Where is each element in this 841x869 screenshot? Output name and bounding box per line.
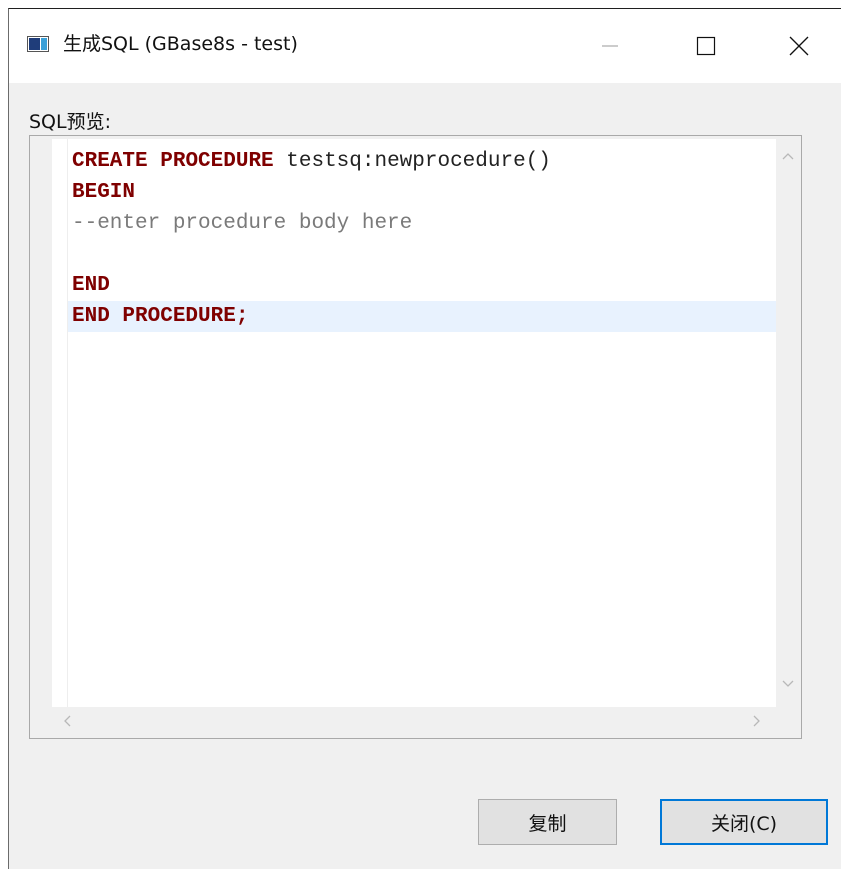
minimize-icon: [602, 45, 618, 47]
code-line: BEGIN: [68, 177, 776, 208]
sql-comment: --enter procedure body here: [72, 212, 413, 235]
scroll-left-arrow-icon[interactable]: [62, 715, 72, 727]
maximize-button[interactable]: [660, 9, 752, 83]
sql-keyword: END: [72, 274, 110, 297]
line-gutter: [52, 139, 68, 707]
sql-keyword: END: [72, 305, 110, 328]
maximize-icon: [696, 36, 716, 56]
sql-keyword: BEGIN: [72, 181, 136, 204]
scroll-down-arrow-icon[interactable]: [782, 679, 794, 689]
scroll-right-arrow-icon[interactable]: [752, 715, 762, 727]
horizontal-scrollbar[interactable]: [52, 707, 776, 735]
sql-text: testsq:newprocedure(): [273, 150, 551, 173]
sql-editor[interactable]: CREATE PROCEDURE testsq:newprocedure() BE…: [52, 139, 776, 707]
title-bar[interactable]: 生成SQL (GBase8s - test): [9, 9, 841, 83]
sql-keyword: CREATE: [72, 150, 148, 173]
window-title: 生成SQL (GBase8s - test): [63, 33, 298, 55]
vertical-scrollbar[interactable]: [776, 139, 800, 707]
copy-button[interactable]: 复制: [478, 799, 617, 845]
code-line: --enter procedure body here: [68, 208, 776, 239]
code-line: END: [68, 270, 776, 301]
sql-code[interactable]: CREATE PROCEDURE testsq:newprocedure() BE…: [68, 146, 776, 332]
sql-preview-label: SQL预览:: [29, 111, 112, 133]
code-line: CREATE PROCEDURE testsq:newprocedure(): [68, 146, 776, 177]
scroll-up-arrow-icon[interactable]: [782, 151, 794, 161]
generate-sql-dialog: 生成SQL (GBase8s - test) SQL预览: CREATE PRO…: [8, 8, 841, 869]
sql-preview-box: CREATE PROCEDURE testsq:newprocedure() BE…: [29, 135, 802, 739]
close-window-button[interactable]: [753, 9, 841, 83]
sql-keyword: PROCEDURE;: [122, 305, 249, 328]
app-window-icon: [27, 36, 49, 52]
sql-keyword: PROCEDURE: [160, 150, 274, 173]
minimize-button[interactable]: [564, 9, 656, 83]
close-button[interactable]: 关闭(C): [660, 799, 828, 845]
close-icon: [789, 36, 809, 56]
code-line: END PROCEDURE;: [68, 301, 776, 332]
